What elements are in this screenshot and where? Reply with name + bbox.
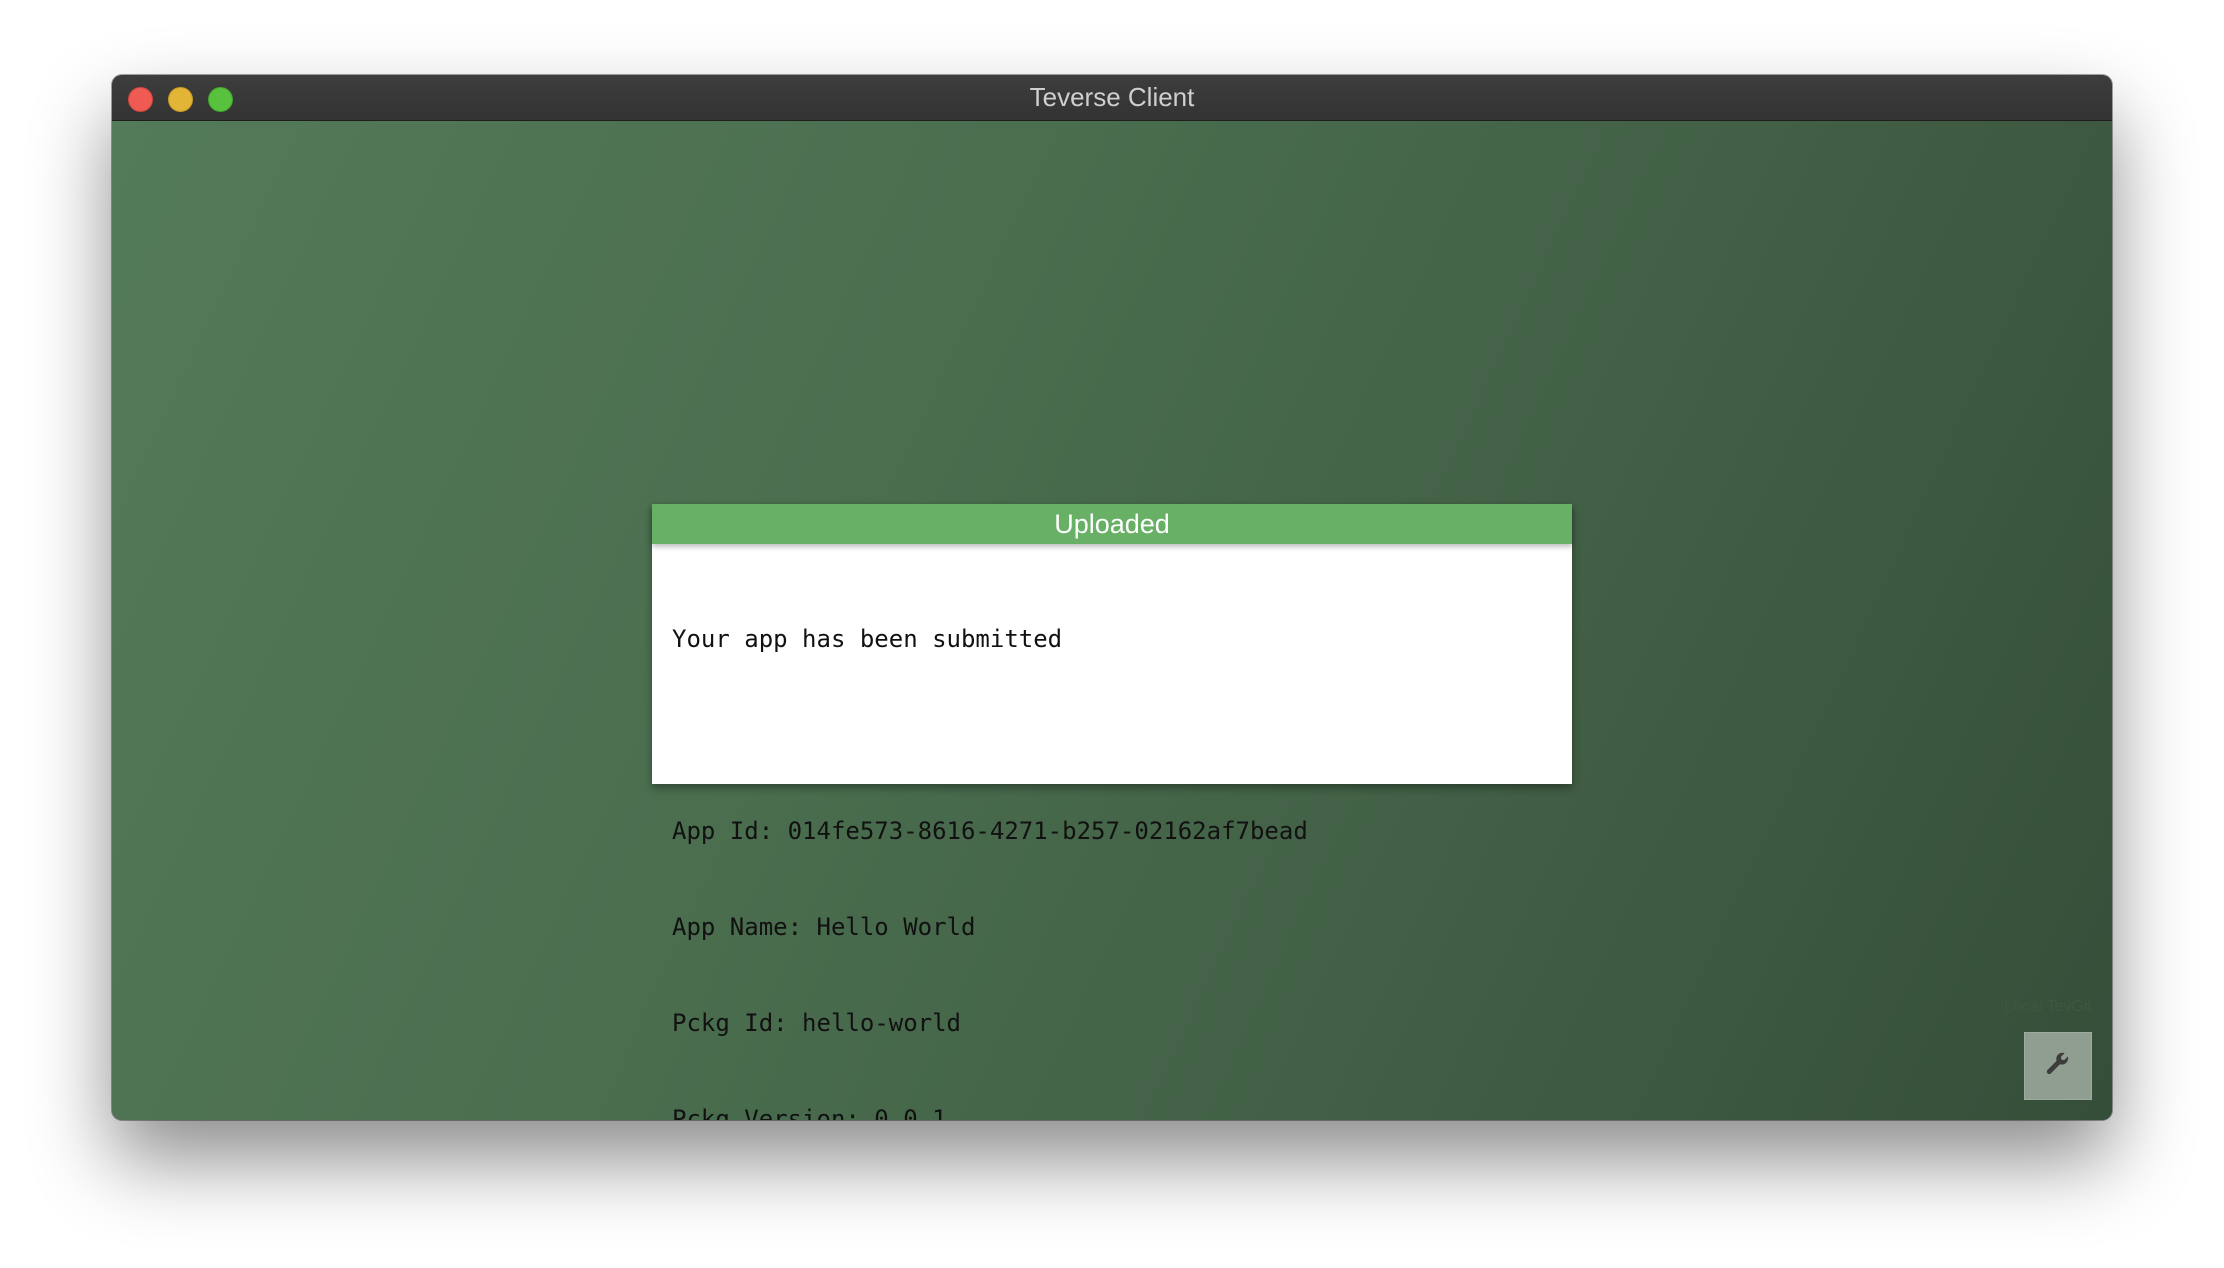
local-tevgit-label: Local TevGit [2004,998,2092,1015]
wrench-icon [2044,1050,2072,1083]
app-window: Teverse Client Uploaded Your app has bee… [112,75,2112,1120]
dialog-message: Your app has been submitted App Id: 014f… [672,559,1552,1120]
upload-dialog: Uploaded Your app has been submitted App… [652,504,1572,1120]
submitted-message: Your app has been submitted [672,625,1063,653]
package-id-line: Pckg Id: hello-world [672,1009,961,1037]
dialog-title: Uploaded [652,504,1572,544]
app-id-line: App Id: 014fe573-8616-4271-b257-02162af7… [672,817,1308,845]
app-name-line: App Name: Hello World [672,913,976,941]
window-title: Teverse Client [1029,82,1195,112]
package-version-line: Pckg Version: 0.0.1 [672,1105,947,1120]
app-content: Uploaded Your app has been submitted App… [112,121,2112,1120]
title-bar[interactable]: Teverse Client [112,75,2112,121]
tools-button[interactable] [2024,1032,2092,1100]
